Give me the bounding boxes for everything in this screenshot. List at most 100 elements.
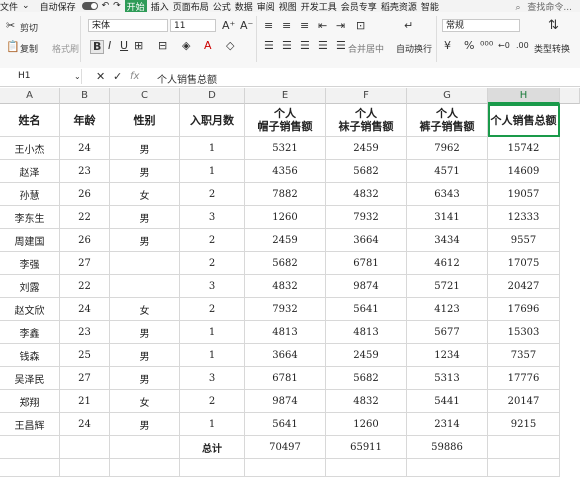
- table-cell[interactable]: 1: [180, 344, 245, 367]
- table-cell[interactable]: 赵泽: [0, 160, 60, 183]
- table-cell[interactable]: 26: [60, 229, 110, 252]
- table-cell[interactable]: 22: [60, 206, 110, 229]
- table-cell[interactable]: 5321: [245, 137, 326, 160]
- table-cell[interactable]: 3434: [407, 229, 488, 252]
- table-cell[interactable]: 男: [110, 206, 180, 229]
- table-cell[interactable]: 19057: [488, 183, 560, 206]
- undo-icon[interactable]: ↶: [102, 1, 110, 11]
- table-cell[interactable]: 李强: [0, 252, 60, 275]
- number-format-select[interactable]: 常规: [442, 19, 520, 32]
- align-bottom-icon[interactable]: ≡: [300, 20, 309, 32]
- table-cell[interactable]: 2: [180, 298, 245, 321]
- table-cell[interactable]: [110, 252, 180, 275]
- align-center-icon[interactable]: ☰: [282, 40, 292, 52]
- table-cell[interactable]: 1: [180, 321, 245, 344]
- table-cell[interactable]: 1: [180, 160, 245, 183]
- formula-content[interactable]: 个人销售总额: [157, 71, 217, 86]
- table-cell[interactable]: 王昌辉: [0, 413, 60, 436]
- wrap-text-button[interactable]: 自动换行: [396, 42, 432, 55]
- file-menu[interactable]: 文件: [0, 0, 18, 13]
- table-cell[interactable]: 女: [110, 183, 180, 206]
- header-cell-h[interactable]: 个人销售总额: [488, 104, 560, 137]
- table-cell[interactable]: 5641: [245, 413, 326, 436]
- tab-insert[interactable]: 插入: [151, 0, 169, 13]
- table-cell[interactable]: 2459: [326, 137, 407, 160]
- tab-smart[interactable]: 智能: [421, 0, 439, 13]
- header-cell-f[interactable]: 个人 袜子销售额: [326, 104, 407, 137]
- table-cell[interactable]: 22: [60, 275, 110, 298]
- table-cell[interactable]: 女: [110, 298, 180, 321]
- table-cell[interactable]: 4123: [407, 298, 488, 321]
- table-cell[interactable]: 4832: [326, 390, 407, 413]
- tab-formulas[interactable]: 公式: [213, 0, 231, 13]
- table-cell[interactable]: 7932: [326, 206, 407, 229]
- italic-icon[interactable]: I: [108, 40, 111, 52]
- tab-member[interactable]: 会员专享: [341, 0, 377, 13]
- table-cell[interactable]: 2459: [326, 344, 407, 367]
- currency-icon[interactable]: ¥: [444, 40, 451, 52]
- table-cell[interactable]: 赵文欣: [0, 298, 60, 321]
- tab-view[interactable]: 视图: [279, 0, 297, 13]
- cut-button[interactable]: 剪切: [20, 21, 38, 34]
- totals-cell[interactable]: [60, 436, 110, 459]
- bold-icon[interactable]: B: [90, 40, 105, 54]
- indent-decrease-icon[interactable]: ⇤: [318, 20, 327, 32]
- column-header-a[interactable]: A: [0, 88, 60, 104]
- align-top-icon[interactable]: ≡: [264, 20, 273, 32]
- tab-review[interactable]: 审阅: [257, 0, 275, 13]
- font-color-icon[interactable]: A: [204, 40, 212, 52]
- table-cell[interactable]: 17696: [488, 298, 560, 321]
- table-cell[interactable]: 男: [110, 160, 180, 183]
- header-cell-e[interactable]: 个人 帽子销售额: [245, 104, 326, 137]
- table-cell[interactable]: 6781: [326, 252, 407, 275]
- column-header-e[interactable]: E: [245, 88, 326, 104]
- table-cell[interactable]: 6781: [245, 367, 326, 390]
- merge-border-icon[interactable]: ⊟: [158, 40, 167, 52]
- totals-cell[interactable]: 59886: [407, 436, 488, 459]
- table-cell[interactable]: 17776: [488, 367, 560, 390]
- table-cell[interactable]: 7882: [245, 183, 326, 206]
- table-cell[interactable]: 2: [180, 229, 245, 252]
- search-command[interactable]: ⌕ 查找命令...: [515, 0, 576, 13]
- name-box[interactable]: H1: [2, 69, 82, 84]
- merge-center-button[interactable]: 合并居中: [348, 42, 384, 55]
- header-cell-b[interactable]: 年龄: [60, 104, 110, 137]
- table-cell[interactable]: 女: [110, 390, 180, 413]
- table-cell[interactable]: 9215: [488, 413, 560, 436]
- column-header-h[interactable]: H: [488, 88, 560, 104]
- column-header-g[interactable]: G: [407, 88, 488, 104]
- table-cell[interactable]: 3141: [407, 206, 488, 229]
- table-cell[interactable]: 1234: [407, 344, 488, 367]
- table-cell[interactable]: 2: [180, 252, 245, 275]
- decrease-decimal-icon[interactable]: .00: [516, 40, 529, 52]
- table-cell[interactable]: [110, 275, 180, 298]
- empty-cell[interactable]: [180, 459, 245, 477]
- table-cell[interactable]: 5677: [407, 321, 488, 344]
- table-cell[interactable]: 24: [60, 137, 110, 160]
- table-cell[interactable]: 23: [60, 321, 110, 344]
- type-convert-button[interactable]: 类型转换: [534, 42, 570, 55]
- table-cell[interactable]: 20427: [488, 275, 560, 298]
- table-cell[interactable]: 5641: [326, 298, 407, 321]
- table-cell[interactable]: 15303: [488, 321, 560, 344]
- table-cell[interactable]: 6343: [407, 183, 488, 206]
- underline-icon[interactable]: U: [120, 40, 128, 52]
- table-cell[interactable]: 21: [60, 390, 110, 413]
- table-cell[interactable]: 1: [180, 137, 245, 160]
- merge-center-icon[interactable]: ⊡: [356, 20, 365, 32]
- table-cell[interactable]: 男: [110, 137, 180, 160]
- totals-cell[interactable]: 70497: [245, 436, 326, 459]
- column-header-extra[interactable]: [560, 88, 580, 104]
- table-cell[interactable]: 4356: [245, 160, 326, 183]
- table-cell[interactable]: 3: [180, 275, 245, 298]
- font-name-select[interactable]: 宋体: [88, 19, 168, 32]
- totals-cell[interactable]: [110, 436, 180, 459]
- table-cell[interactable]: 2459: [245, 229, 326, 252]
- table-cell[interactable]: 25: [60, 344, 110, 367]
- table-cell[interactable]: 男: [110, 229, 180, 252]
- table-cell[interactable]: 7932: [245, 298, 326, 321]
- table-cell[interactable]: 男: [110, 413, 180, 436]
- table-cell[interactable]: 李鑫: [0, 321, 60, 344]
- table-cell[interactable]: 5721: [407, 275, 488, 298]
- distributed-icon[interactable]: ☰: [336, 40, 346, 52]
